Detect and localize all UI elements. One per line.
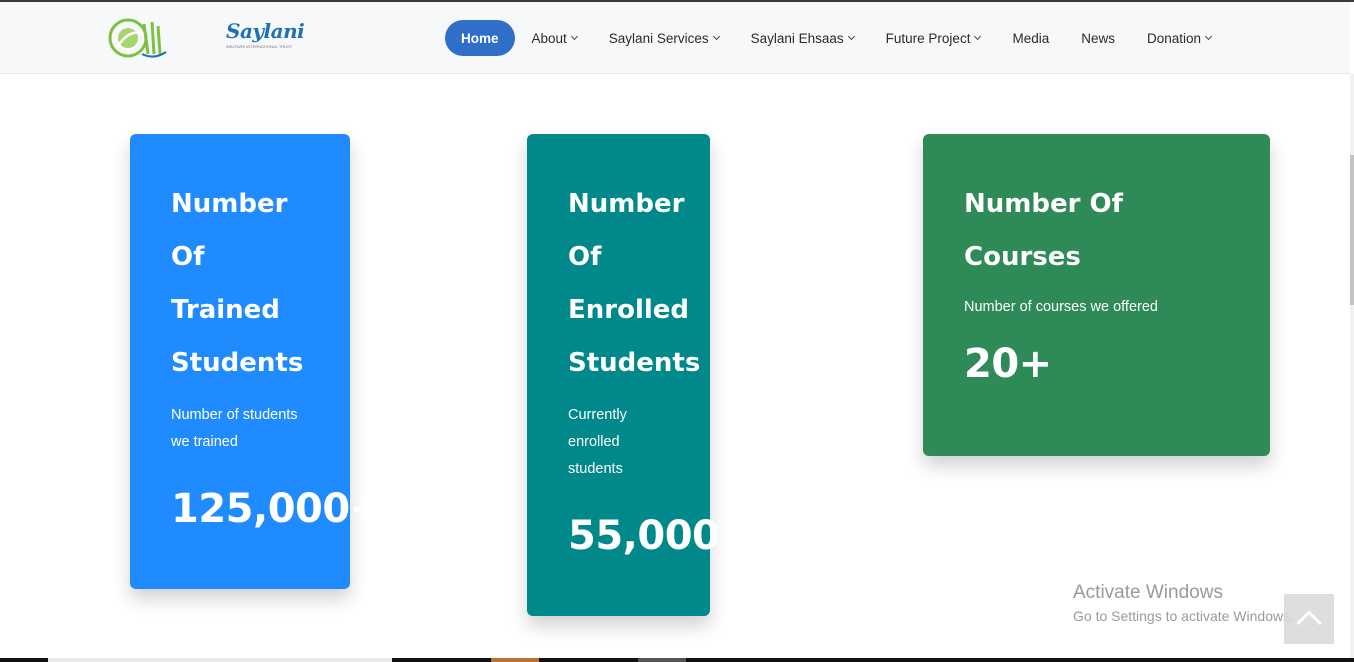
stat-card-description: Number of students we trained (171, 407, 298, 450)
stat-card-trained-students: Number Of Trained Students Number of stu… (130, 134, 383, 589)
nav-saylani-ehsaas-label: Saylani Ehsaas (750, 30, 844, 46)
nav-future-project-label: Future Project (885, 30, 971, 46)
nav-home[interactable]: Home (445, 20, 515, 56)
scrollbar-thumb[interactable] (1350, 155, 1354, 305)
chevron-down-icon (570, 32, 578, 40)
taskbar-segment (491, 658, 539, 662)
nav-news[interactable]: News (1081, 20, 1115, 56)
stat-card-title: Number Of Courses (964, 189, 1123, 272)
chevron-down-icon (974, 32, 982, 40)
taskbar-segment (48, 658, 392, 662)
activate-windows-watermark: Activate Windows Go to Settings to activ… (1073, 582, 1294, 624)
nav-news-label: News (1081, 30, 1115, 46)
nav-saylani-ehsaas[interactable]: Saylani Ehsaas (750, 20, 855, 56)
chevron-down-icon (847, 32, 855, 40)
logo-subtitle: WELFARE INTERNATIONAL TRUST (226, 44, 293, 49)
stat-card-value: 20+ (964, 341, 1052, 387)
stat-card-description: Number of courses we offered (964, 299, 1158, 315)
nav-future-project[interactable]: Future Project (885, 20, 982, 56)
main-nav: Home About Saylani Services Saylani Ehsa… (445, 20, 1243, 56)
stat-card-value: 125,000+ (171, 486, 383, 532)
taskbar-segment (638, 658, 686, 662)
stat-card-value: 55,000+ (568, 513, 753, 559)
saylani-logo[interactable]: Saylani WELFARE INTERNATIONAL TRUST (108, 16, 305, 62)
logo-text: Saylani (226, 19, 305, 43)
nav-media-label: Media (1012, 30, 1050, 46)
chevron-down-icon (1205, 32, 1213, 40)
logo-emblem-icon (108, 18, 167, 58)
stat-card-title: Number Of Trained Students (171, 189, 304, 378)
stat-card-enrolled-students: Number Of Enrolled Students Currently en… (527, 134, 753, 616)
chevron-down-icon (712, 32, 720, 40)
watermark-subtitle: Go to Settings to activate Windows. (1073, 608, 1294, 624)
stat-card-description: Currently enrolled students (568, 407, 627, 477)
watermark-title: Activate Windows (1073, 582, 1223, 603)
nav-about[interactable]: About (531, 20, 578, 56)
back-to-top-button[interactable] (1284, 594, 1334, 644)
nav-home-label: Home (461, 30, 499, 46)
nav-donation-label: Donation (1147, 30, 1202, 46)
navbar: Saylani WELFARE INTERNATIONAL TRUST Home… (0, 2, 1350, 74)
nav-media[interactable]: Media (1012, 20, 1049, 56)
chevron-up-icon (1296, 610, 1322, 636)
nav-about-label: About (531, 30, 567, 46)
nav-saylani-services[interactable]: Saylani Services (608, 20, 720, 56)
stat-card-title: Number Of Enrolled Students (568, 189, 701, 378)
nav-donation[interactable]: Donation (1147, 20, 1213, 56)
stat-card-courses: Number Of Courses Number of courses we o… (923, 134, 1270, 456)
nav-saylani-services-label: Saylani Services (608, 30, 709, 46)
